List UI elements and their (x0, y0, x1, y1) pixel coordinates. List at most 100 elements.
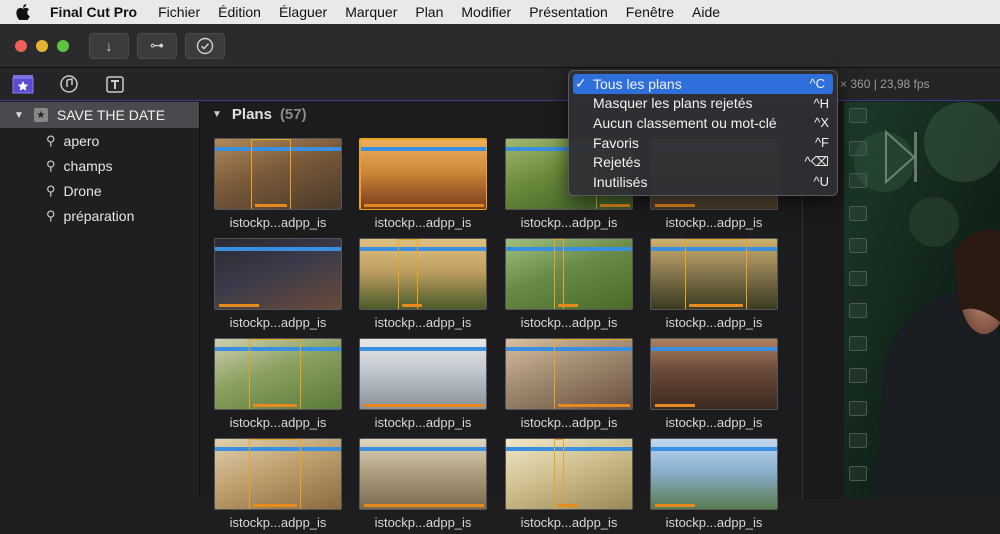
menu-fenetre[interactable]: Fenêtre (617, 4, 683, 20)
filmstrip-frame-marker (849, 270, 867, 286)
clip-item[interactable]: istockp...adpp_is (505, 238, 633, 334)
menu-item-shortcut: ^F (814, 135, 829, 151)
clip-usage-bar (558, 304, 578, 307)
clip-thumbnail[interactable] (359, 438, 487, 510)
filmstrip-frame-marker (849, 238, 867, 253)
clip-thumbnail[interactable] (214, 238, 342, 310)
menu-item-label: Aucun classement ou mot-clé (593, 114, 777, 131)
menu-plan[interactable]: Plan (406, 4, 452, 20)
menu-item-rejetes[interactable]: Rejetés ^⌫ (569, 152, 837, 172)
clip-thumbnail[interactable] (650, 238, 778, 310)
clip-keyword-bar (651, 347, 777, 351)
keyword-collection-icon: ⚲ (46, 182, 56, 198)
menu-bar: Final Cut Pro Fichier Édition Élaguer Ma… (0, 0, 1000, 24)
clip-thumbnail[interactable] (650, 438, 778, 510)
clip-label: istockp...adpp_is (374, 515, 472, 530)
menu-item-tous-les-plans[interactable]: ✓ Tous les plans ^C (573, 74, 833, 94)
clip-used-range (251, 139, 291, 209)
clip-used-range (360, 139, 486, 209)
clip-usage-bar (600, 204, 630, 207)
clip-item[interactable]: istockp...adpp_is (214, 338, 342, 434)
clip-item[interactable]: istockp...adpp_is (359, 238, 487, 334)
clip-item[interactable]: istockp...adpp_is (359, 338, 487, 434)
minimize-window-button[interactable] (36, 39, 48, 52)
library-item-save-the-date[interactable]: ▼ ★ SAVE THE DATE (0, 102, 199, 128)
clip-usage-bar (558, 404, 630, 407)
key-icon: ⊶ (150, 37, 164, 53)
clip-item[interactable]: istockp...adpp_is (505, 338, 633, 434)
clip-item[interactable]: istockp...adpp_is (650, 438, 778, 534)
titles-generators-icon[interactable] (104, 74, 126, 94)
clip-used-range (249, 439, 301, 509)
zoom-window-button[interactable] (57, 39, 69, 52)
clip-keyword-bar (215, 247, 341, 251)
filmstrip-frame-marker (849, 173, 867, 188)
disclosure-triangle-icon[interactable]: ▼ (14, 110, 24, 121)
clip-thumbnail[interactable] (359, 138, 487, 210)
keyword-collection-icon: ⚲ (46, 157, 56, 173)
clip-thumbnail[interactable] (650, 338, 778, 410)
clip-thumbnail[interactable] (214, 138, 342, 210)
menu-item-shortcut: ^⌫ (804, 154, 829, 170)
clip-thumbnail[interactable] (505, 238, 633, 310)
clip-filter-menu: ✓ Tous les plans ^C Masquer les plans re… (568, 70, 838, 196)
menu-marquer[interactable]: Marquer (336, 4, 406, 20)
clip-used-range (685, 239, 747, 309)
apple-logo-icon[interactable] (0, 4, 46, 20)
menu-item-label: Favoris (593, 134, 639, 151)
clip-item[interactable]: istockp...adpp_is (650, 338, 778, 434)
event-item-preparation[interactable]: ⚲ préparation (0, 203, 199, 228)
library-star-icon: ★ (33, 108, 48, 122)
clip-label: istockp...adpp_is (520, 415, 618, 430)
menu-item-label: Rejetés (593, 154, 641, 171)
clip-label: istockp...adpp_is (374, 415, 472, 430)
clip-item[interactable]: istockp...adpp_is (214, 438, 342, 534)
menu-item-inutilises[interactable]: Inutilisés ^U (569, 172, 837, 192)
clip-thumbnail[interactable] (214, 438, 342, 510)
clip-thumbnail[interactable] (214, 338, 342, 410)
clip-item[interactable]: istockp...adpp_is (359, 438, 487, 534)
menu-item-favoris[interactable]: Favoris ^F (569, 133, 837, 153)
clip-thumbnail[interactable] (359, 238, 487, 310)
clip-item[interactable]: istockp...adpp_is (505, 438, 633, 534)
event-item-drone[interactable]: ⚲ Drone (0, 178, 199, 203)
menu-aide[interactable]: Aide (683, 4, 729, 20)
clip-used-range (398, 239, 418, 309)
menu-presentation[interactable]: Présentation (520, 4, 617, 20)
menu-edition[interactable]: Édition (209, 4, 270, 20)
clip-used-range (554, 339, 632, 409)
clip-label: istockp...adpp_is (520, 215, 618, 230)
menu-item-masquer-rejetes[interactable]: Masquer les plans rejetés ^H (569, 94, 837, 114)
libraries-icon[interactable] (12, 74, 34, 94)
checkmark-icon: ✓ (575, 75, 587, 92)
clip-thumbnail[interactable] (505, 438, 633, 510)
clip-used-range (249, 339, 301, 409)
menu-modifier[interactable]: Modifier (452, 4, 520, 20)
clip-thumbnail[interactable] (505, 338, 633, 410)
menu-item-aucun-classement[interactable]: Aucun classement ou mot-clé ^X (569, 113, 837, 133)
clip-item[interactable]: istockp...adpp_is (650, 238, 778, 334)
photos-audio-icon[interactable] (58, 74, 80, 94)
clip-label: istockp...adpp_is (665, 315, 763, 330)
event-item-apero[interactable]: ⚲ apero (0, 128, 199, 153)
close-window-button[interactable] (15, 39, 27, 52)
clip-label: istockp...adpp_is (229, 215, 327, 230)
clip-item[interactable]: istockp...adpp_is (214, 238, 342, 334)
clip-item[interactable]: istockp...adpp_is (359, 138, 487, 234)
import-button[interactable]: ↓ (89, 32, 129, 59)
window-controls (15, 39, 69, 52)
event-label: préparation (63, 207, 135, 224)
menu-elaguer[interactable]: Élaguer (270, 4, 336, 20)
keyword-editor-button[interactable]: ⊶ (137, 32, 177, 59)
clip-label: istockp...adpp_is (374, 215, 472, 230)
menu-app-name[interactable]: Final Cut Pro (46, 4, 149, 20)
clip-thumbnail[interactable] (359, 338, 487, 410)
background-tasks-button[interactable] (185, 32, 225, 59)
filmstrip-frame-marker (849, 400, 867, 416)
clip-label: istockp...adpp_is (520, 315, 618, 330)
event-item-champs[interactable]: ⚲ champs (0, 153, 199, 178)
window-toolbar: ↓ ⊶ (0, 24, 1000, 68)
disclosure-triangle-icon[interactable]: ▼ (212, 109, 222, 120)
menu-fichier[interactable]: Fichier (149, 4, 209, 20)
clip-item[interactable]: istockp...adpp_is (214, 138, 342, 234)
